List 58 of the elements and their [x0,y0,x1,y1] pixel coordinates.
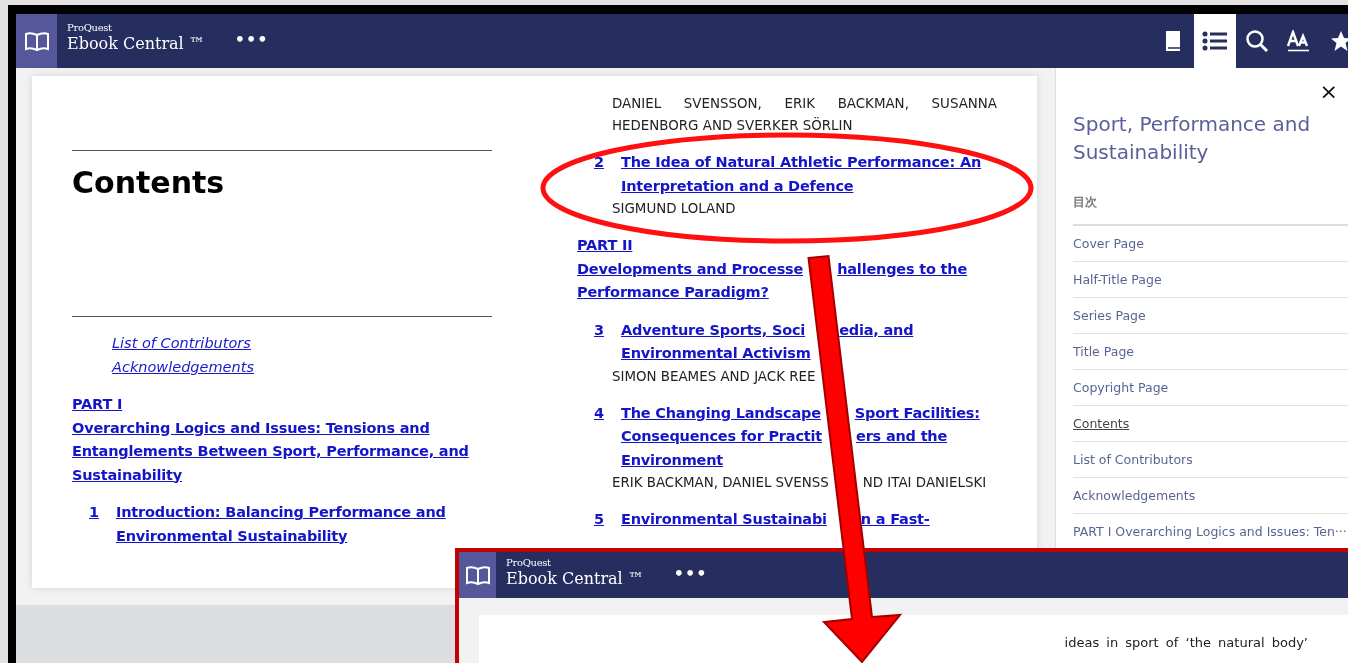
part-label-link[interactable]: PART I [72,393,123,417]
chapter-number-link[interactable]: 1 [89,501,99,525]
brand-subtitle: ProQuest [67,22,113,34]
contents-item[interactable]: List of Contributors [1073,442,1348,478]
more-button[interactable]: ••• [234,30,269,49]
close-button[interactable]: × [1319,80,1338,104]
front-matter-link[interactable]: Acknowledgements [112,355,254,379]
chapter-number-link[interactable]: 5 [594,508,604,532]
part-title-link[interactable]: Performance Paradigm? [577,281,769,305]
contents-item[interactable]: Contents [1073,406,1348,442]
contents-item[interactable]: Cover Page [1073,226,1348,262]
contents-label: 目次 [1073,194,1348,226]
chapter-number-link[interactable]: 2 [594,151,604,175]
chapter-title-link[interactable]: Adventure Sports, Soci [621,318,806,342]
search-icon [1245,29,1269,53]
brand-subtitle: ProQuest [506,557,552,569]
part-title-link[interactable]: Developments and Processe [577,257,804,281]
contents-item[interactable]: Series Page [1073,298,1348,334]
book-logo-icon [459,552,496,598]
contents-item[interactable]: Title Page [1073,334,1348,370]
chapter-title-link[interactable]: edia, and [839,318,914,342]
chapter-number-link[interactable]: 4 [594,401,604,425]
book-icon [1164,30,1182,52]
star-icon [1330,30,1348,52]
chapter-title-link[interactable]: Interpretation and a Defence [621,174,854,198]
chapter-title-link[interactable]: The Idea of Natural Athletic Performance: An [621,151,982,175]
front-matter-link[interactable]: List of Contributors [112,331,251,355]
chapter-title-link[interactable]: Sport Facilities: [854,401,980,425]
more-button[interactable]: ••• [673,564,708,583]
contents-button[interactable] [1194,14,1236,68]
chapter-title-link[interactable]: The Changing Landscape [621,401,821,425]
chapter-authors: DANIEL SVENSSON, ERIK BACKMAN, SUSANNA HEDENBORG AND SVERKER SÖRLIN [612,96,997,133]
list-icon [1202,30,1228,52]
brand-name: Ebook Central ™ [506,569,644,589]
part-title-link[interactable]: hallenges to the [837,257,968,281]
book-logo-icon [16,14,57,68]
contents-heading: Contents [72,165,226,201]
chapter-title-link[interactable]: Introduction: Balancing Performance and Environmental Sustainability [116,501,492,548]
chapter-title-link[interactable]: Environmental Activism [621,342,811,366]
part-title-link[interactable]: Overarching Logics and Issues: Tensions and Entanglements Between Sport, Performance, and Sustainability [72,416,492,487]
font-size-icon [1287,30,1311,52]
chapter-title-link[interactable]: Environmental Sustainabi [621,508,827,532]
brand-name: Ebook Central ™ [67,34,205,54]
chapter-title-link[interactable]: ers and the [856,425,948,449]
chapter-title-link[interactable]: Environment [621,448,724,472]
chapter-authors: SIGMUND LOLAND [612,201,736,216]
chapter-title-link[interactable]: n a Fast- [860,508,930,532]
book-title: Sport, Performance and Sustainability [1073,111,1312,166]
part-label-link[interactable]: PART II [577,234,633,258]
chapter-number-link[interactable]: 3 [594,318,604,342]
body-text: ideas in sport of ‘the natural body’ [1064,635,1308,652]
chapter-authors: SIMON BEAMES AND JACK REE [612,368,816,384]
chapter-authors: ND ITAI DANIELSKI [862,474,987,492]
contents-item[interactable]: Copyright Page [1073,370,1348,406]
contents-item[interactable]: Acknowledgements [1073,478,1348,514]
chapter-title-link[interactable]: Consequences for Practit [621,425,823,449]
contents-item[interactable]: Half-Title Page [1073,262,1348,298]
chapter-authors: ERIK BACKMAN, DANIEL SVENSS [612,474,829,492]
